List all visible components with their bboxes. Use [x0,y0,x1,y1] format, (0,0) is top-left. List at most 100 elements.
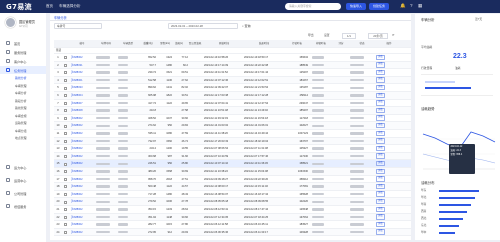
row-checkbox[interactable] [64,132,67,136]
refresh-icon[interactable]: ⟳ [392,33,394,37]
submenu-compliance[interactable]: 车辆合规 [0,113,46,121]
row-actions[interactable]: 详情 [376,62,406,69]
nav-vehicle-analysis[interactable]: 车辆选择分析 [59,4,81,9]
row-checkbox[interactable] [64,215,67,219]
column-header[interactable]: 开始时间 [204,40,244,48]
vehicle-id-link[interactable]: 沪A88002 [71,153,95,160]
vehicle-id-link[interactable]: 沪A88002 [71,229,95,236]
sidebar-item-capacity[interactable]: 运力中心 [0,163,46,171]
vehicle-id-link[interactable]: 沪A88002 [71,214,95,221]
app-logo[interactable]: G7易流 [6,2,32,12]
row-checkbox[interactable] [64,177,67,181]
table-row[interactable]: 3 沪A88152 239.74 1521 69.51 2023-02-19 11:31:… [54,69,411,77]
row-checkbox[interactable] [64,192,67,196]
row-actions[interactable]: 详情 [376,138,406,145]
row-checkbox[interactable] [64,162,67,166]
row-actions[interactable]: 详情 [376,100,406,107]
table-row[interactable]: 21 沪A88002 353.15 1233 28.64 2023-02-08 12:53… [54,206,411,214]
action-chip[interactable]: 详情 [376,123,385,129]
row-actions[interactable]: 详情 [376,183,406,190]
action-chip[interactable]: 详情 [376,183,385,190]
column-header[interactable]: 里程(km) [158,40,172,48]
vehicle-id-link[interactable]: 沪A88002 [71,198,95,205]
vehicle-id-link[interactable]: 沪A88002 [71,221,95,228]
action-chip[interactable]: 详情 [376,77,385,83]
action-chip[interactable]: 详情 [376,153,385,159]
action-chip[interactable]: 详情 [376,100,385,106]
action-chip[interactable]: 详情 [376,62,385,68]
action-chip[interactable]: 详情 [376,176,385,182]
row-actions[interactable]: 详情 [376,145,406,152]
range-select[interactable]: 近7天 [475,17,482,21]
row-actions[interactable]: 详情 [376,221,406,228]
table-row[interactable]: 15 沪A88002 246.51 950 25.80 2023-02-10 07:14:… [54,160,411,169]
vehicle-id-link[interactable]: 沪A88007 [71,100,95,107]
table-row[interactable]: 7 沪A88007 417.74 1122 49.65 2023-02-12 07:04:… [54,100,411,108]
action-chip[interactable]: 详情 [376,145,385,152]
table-row[interactable]: 13 沪A88002 234.4 1200 19.55 2023-02-07 08:06:… [54,145,411,153]
action-chip[interactable]: 详情 [376,191,385,197]
row-actions[interactable]: 详情 [376,107,406,114]
row-checkbox[interactable] [64,101,67,105]
vehicle-id-link[interactable]: 沪A88002 [71,115,95,122]
table-row[interactable]: 12 沪A88002 732.97 1560 46.74 2023-02-17 20:03… [54,137,411,146]
action-chip[interactable]: 详情 [376,138,385,144]
search-button[interactable]: ⌕ 查询 [242,23,251,29]
table-row[interactable]: 9 沪A88002 328.52 1037 30.66 2023-02-11 09:32:… [54,115,411,123]
sidebar-item-company[interactable]: 公司管理 [0,189,46,197]
column-header[interactable]: 操作 [374,40,404,48]
row-checkbox[interactable] [64,63,67,67]
table-row[interactable]: 22 沪A88002 351.94 1148 30.66 2023-02-07 12:34… [54,213,411,222]
submenu-route-analysis[interactable]: 路线分析 [0,75,46,83]
action-chip[interactable]: 详情 [376,54,385,61]
vehicle-id-link[interactable]: 沪A88002 [71,145,95,152]
plate-filter-select[interactable]: 车牌号 [54,23,102,29]
row-actions[interactable]: 详情 [376,214,406,221]
create-task-button[interactable]: 创建任务 [369,3,389,10]
grid-icon[interactable]: ▦ [418,3,422,9]
action-chip[interactable]: 详情 [376,168,385,175]
table-row[interactable]: 6 沪A88004 665.98 1822 30.51 2023-02-12 17:03:… [54,92,411,100]
table-row[interactable]: 18 沪A88002 500.48 1122 44.57 2023-02-13 08:00… [54,183,411,191]
row-checkbox[interactable] [64,71,67,75]
row-checkbox[interactable] [64,154,67,158]
row-actions[interactable]: 详情 [376,168,406,175]
table-row[interactable]: 11 沪A88002 505.11 1080 47.59 2023-02-14 11:38… [54,130,411,138]
action-chip[interactable]: 详情 [376,92,385,99]
action-chip[interactable]: 详情 [376,130,385,137]
row-checkbox[interactable] [64,200,67,204]
vehicle-id-link[interactable]: 沪A88004 [71,92,95,99]
table-row[interactable]: 5 沪A88033 899.62 1241 82.02 2023-02-12 09:22:… [54,84,411,93]
action-chip[interactable]: 详情 [376,161,385,167]
row-checkbox[interactable] [64,230,67,234]
vehicle-id-link[interactable]: 沪A88008 [71,107,95,114]
row-checkbox[interactable] [64,86,67,90]
sidebar-item-service[interactable]: 服务管理 [0,48,46,56]
row-actions[interactable]: 详情 [376,115,406,122]
action-chip[interactable]: 详情 [376,206,385,213]
table-row[interactable]: 4 沪A88001 512.58 1136 27.62 2023-02-13 07:12:… [54,76,411,85]
action-chip[interactable]: 详情 [376,115,385,121]
vehicle-id-link[interactable]: 沪A88031 [71,62,95,69]
row-checkbox[interactable] [64,94,67,98]
action-chip[interactable]: 详情 [376,221,385,228]
export-button[interactable]: 导出 [308,33,314,37]
table-row[interactable]: 17 沪A88002 958.76 2018 47.51 2023-02-09 09:18… [54,176,411,184]
row-checkbox[interactable] [64,109,67,113]
table-row[interactable]: 1 沪A88002 652.52 1324 77.12 2023-02-19 10:58:… [54,54,411,62]
table-row[interactable]: 19 沪A88002 717.28 1480 48.43 2023-02-16 08:54… [54,191,411,199]
vehicle-id-link[interactable]: 沪A88001 [71,77,95,84]
column-header[interactable]: 车牌号码 [94,40,118,48]
row-checkbox[interactable] [64,223,67,227]
row-actions[interactable]: 详情 [376,229,406,236]
vehicle-id-link[interactable]: 沪A88033 [71,84,95,91]
table-row[interactable]: 2 沪A88031 547.7 1480 60.2 2023-02-19 17:14:09… [54,61,411,70]
page-size-select[interactable]: 20条/页 [368,33,388,39]
row-actions[interactable]: 详情 [376,122,406,129]
column-settings-button[interactable]: 设置 [324,33,330,37]
row-actions[interactable]: 详情 [376,176,406,183]
row-actions[interactable]: 详情 [376,84,406,91]
action-chip[interactable]: 详情 [376,199,385,205]
vehicle-id-link[interactable]: 沪A88002 [71,191,95,198]
row-checkbox[interactable] [64,56,67,60]
